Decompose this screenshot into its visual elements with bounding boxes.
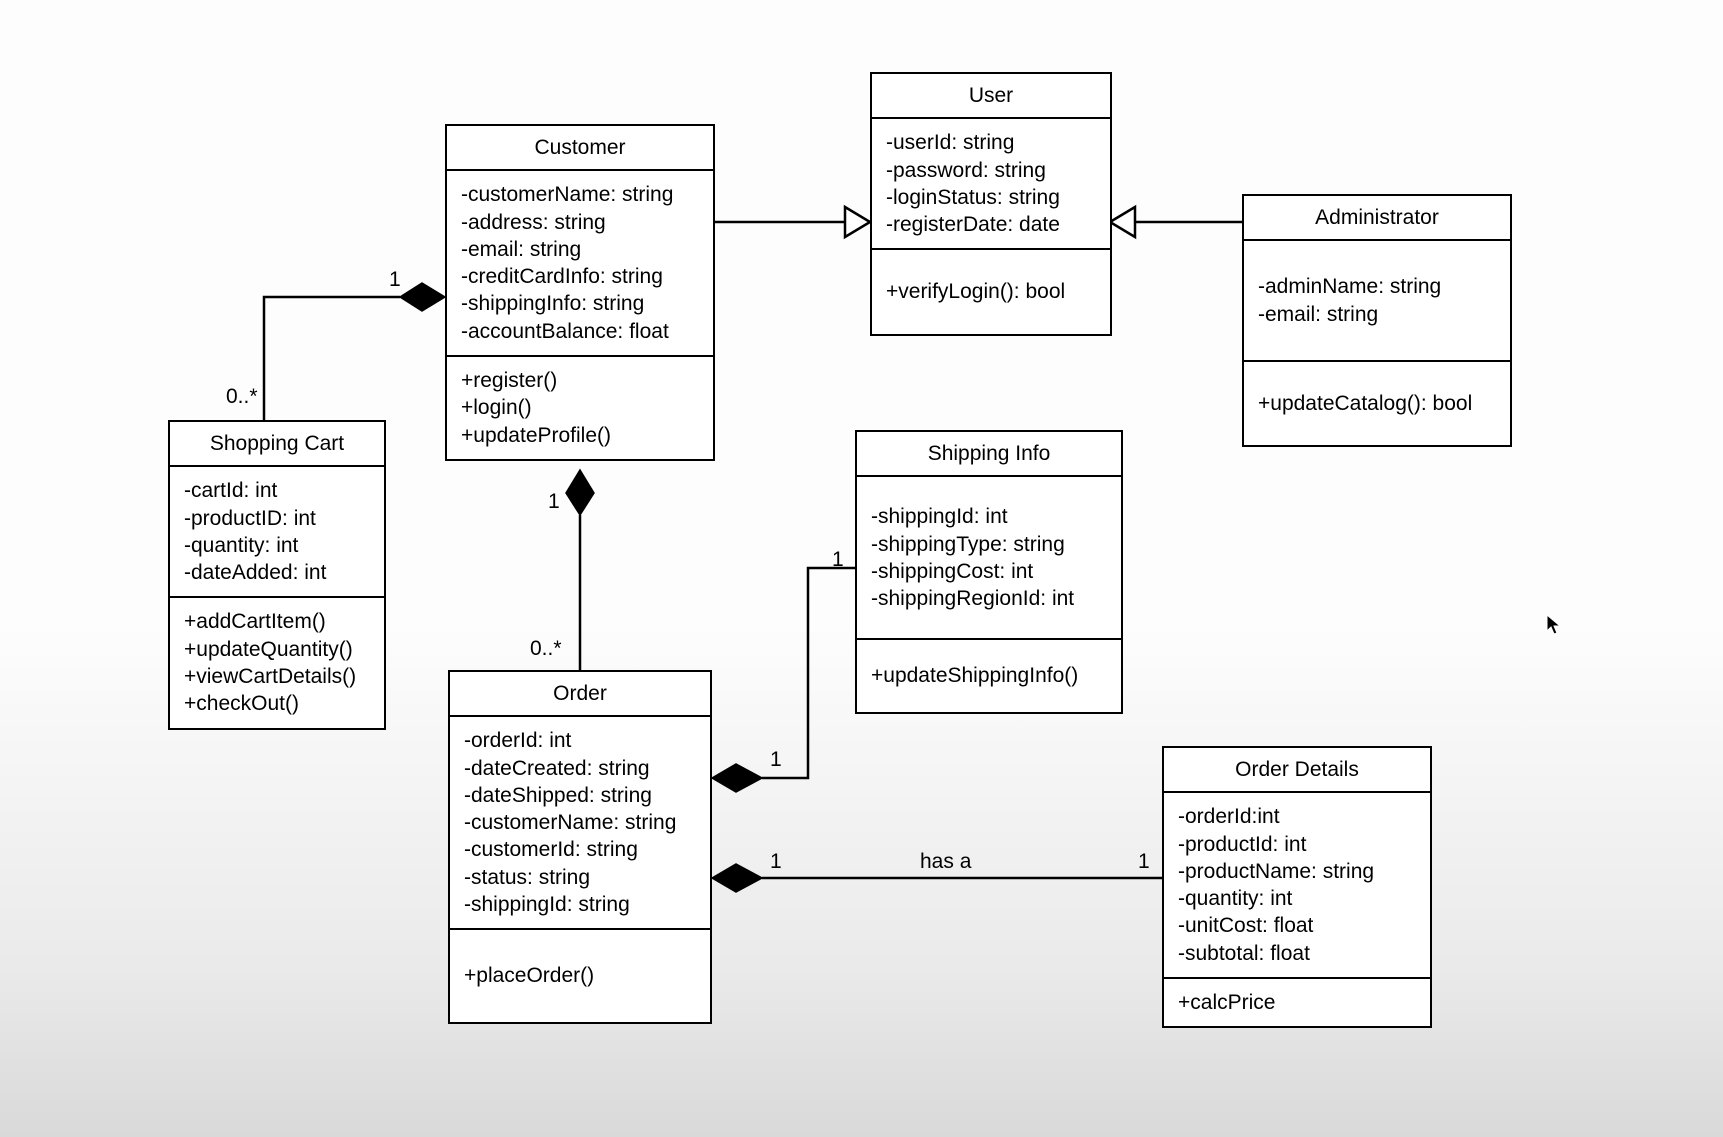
attribute: -password: string <box>886 157 1096 184</box>
attribute: -orderId: int <box>464 727 696 754</box>
attribute: -dateCreated: string <box>464 755 696 782</box>
attribute: -customerId: string <box>464 836 696 863</box>
multiplicity-label: 0..* <box>530 637 562 661</box>
operation: +calcPrice <box>1178 989 1416 1016</box>
class-title: Order Details <box>1164 748 1430 793</box>
operations-section: +register() +login() +updateProfile() <box>447 357 713 459</box>
class-title: Order <box>450 672 710 717</box>
attributes-section: -orderId:int -productId: int -productNam… <box>1164 793 1430 979</box>
attribute: -subtotal: float <box>1178 940 1416 967</box>
rel-order-shipping <box>712 568 855 792</box>
attribute: -shippingRegionId: int <box>871 585 1107 612</box>
attribute: -unitCost: float <box>1178 912 1416 939</box>
operation: +checkOut() <box>184 690 370 717</box>
class-title: Administrator <box>1244 196 1510 241</box>
attribute: -loginStatus: string <box>886 184 1096 211</box>
attributes-section: -shippingId: int -shippingType: string -… <box>857 477 1121 640</box>
attribute: -productName: string <box>1178 858 1416 885</box>
attribute: -quantity: int <box>184 532 370 559</box>
attribute: -customerName: string <box>464 809 696 836</box>
class-title: Shopping Cart <box>170 422 384 467</box>
multiplicity-label: 1 <box>832 548 844 572</box>
class-order-details: Order Details -orderId:int -productId: i… <box>1162 746 1432 1028</box>
multiplicity-label: 1 <box>1138 850 1150 874</box>
attribute: -adminName: string <box>1258 273 1496 300</box>
operation: +register() <box>461 367 699 394</box>
attributes-section: -userId: string -password: string -login… <box>872 119 1110 250</box>
attributes-section: -orderId: int -dateCreated: string -date… <box>450 717 710 930</box>
attribute: -shippingId: string <box>464 891 696 918</box>
attribute: -email: string <box>461 236 699 263</box>
operation: +viewCartDetails() <box>184 663 370 690</box>
class-title: User <box>872 74 1110 119</box>
operation: +updateShippingInfo() <box>871 662 1107 689</box>
multiplicity-label: 1 <box>548 490 560 514</box>
rel-customer-order <box>566 470 594 670</box>
attribute: -productId: int <box>1178 831 1416 858</box>
class-shipping-info: Shipping Info -shippingId: int -shipping… <box>855 430 1123 714</box>
multiplicity-label: 1 <box>770 748 782 772</box>
multiplicity-label: 1 <box>389 268 401 292</box>
attribute: -creditCardInfo: string <box>461 263 699 290</box>
attribute: -userId: string <box>886 129 1096 156</box>
class-customer: Customer -customerName: string -address:… <box>445 124 715 461</box>
operations-section: +addCartItem() +updateQuantity() +viewCa… <box>170 598 384 727</box>
attribute: -dateShipped: string <box>464 782 696 809</box>
attribute: -productID: int <box>184 505 370 532</box>
attribute: -shippingId: int <box>871 503 1107 530</box>
rel-admin-user <box>1110 207 1242 237</box>
attribute: -status: string <box>464 864 696 891</box>
attribute: -shippingInfo: string <box>461 290 699 317</box>
attributes-section: -adminName: string -email: string <box>1244 241 1510 362</box>
operations-section: +calcPrice <box>1164 979 1430 1026</box>
attribute: -orderId:int <box>1178 803 1416 830</box>
operation: +verifyLogin(): bool <box>886 278 1096 305</box>
operation: +updateCatalog(): bool <box>1258 390 1496 417</box>
attribute: -shippingCost: int <box>871 558 1107 585</box>
attribute: -accountBalance: float <box>461 318 699 345</box>
rel-customer-user <box>715 207 870 237</box>
attribute: -email: string <box>1258 301 1496 328</box>
operations-section: +placeOrder() <box>450 930 710 1021</box>
attribute: -shippingType: string <box>871 531 1107 558</box>
relationship-label: has a <box>920 850 971 874</box>
attribute: -dateAdded: int <box>184 559 370 586</box>
operation: +updateQuantity() <box>184 636 370 663</box>
uml-canvas: User -userId: string -password: string -… <box>0 0 1723 1137</box>
class-title: Customer <box>447 126 713 171</box>
operations-section: +verifyLogin(): bool <box>872 250 1110 333</box>
attribute: -registerDate: date <box>886 211 1096 238</box>
attributes-section: -customerName: string -address: string -… <box>447 171 713 357</box>
multiplicity-label: 0..* <box>226 385 258 409</box>
attribute: -quantity: int <box>1178 885 1416 912</box>
operation: +placeOrder() <box>464 962 696 989</box>
cursor-icon <box>1546 614 1562 641</box>
attributes-section: -cartId: int -productID: int -quantity: … <box>170 467 384 598</box>
class-order: Order -orderId: int -dateCreated: string… <box>448 670 712 1024</box>
attribute: -customerName: string <box>461 181 699 208</box>
attribute: -cartId: int <box>184 477 370 504</box>
operation: +updateProfile() <box>461 422 699 449</box>
attribute: -address: string <box>461 209 699 236</box>
class-shopping-cart: Shopping Cart -cartId: int -productID: i… <box>168 420 386 730</box>
operations-section: +updateShippingInfo() <box>857 640 1121 711</box>
operations-section: +updateCatalog(): bool <box>1244 362 1510 445</box>
operation: +addCartItem() <box>184 608 370 635</box>
operation: +login() <box>461 394 699 421</box>
multiplicity-label: 1 <box>770 850 782 874</box>
class-user: User -userId: string -password: string -… <box>870 72 1112 336</box>
class-administrator: Administrator -adminName: string -email:… <box>1242 194 1512 447</box>
class-title: Shipping Info <box>857 432 1121 477</box>
rel-customer-shoppingcart <box>264 283 445 420</box>
